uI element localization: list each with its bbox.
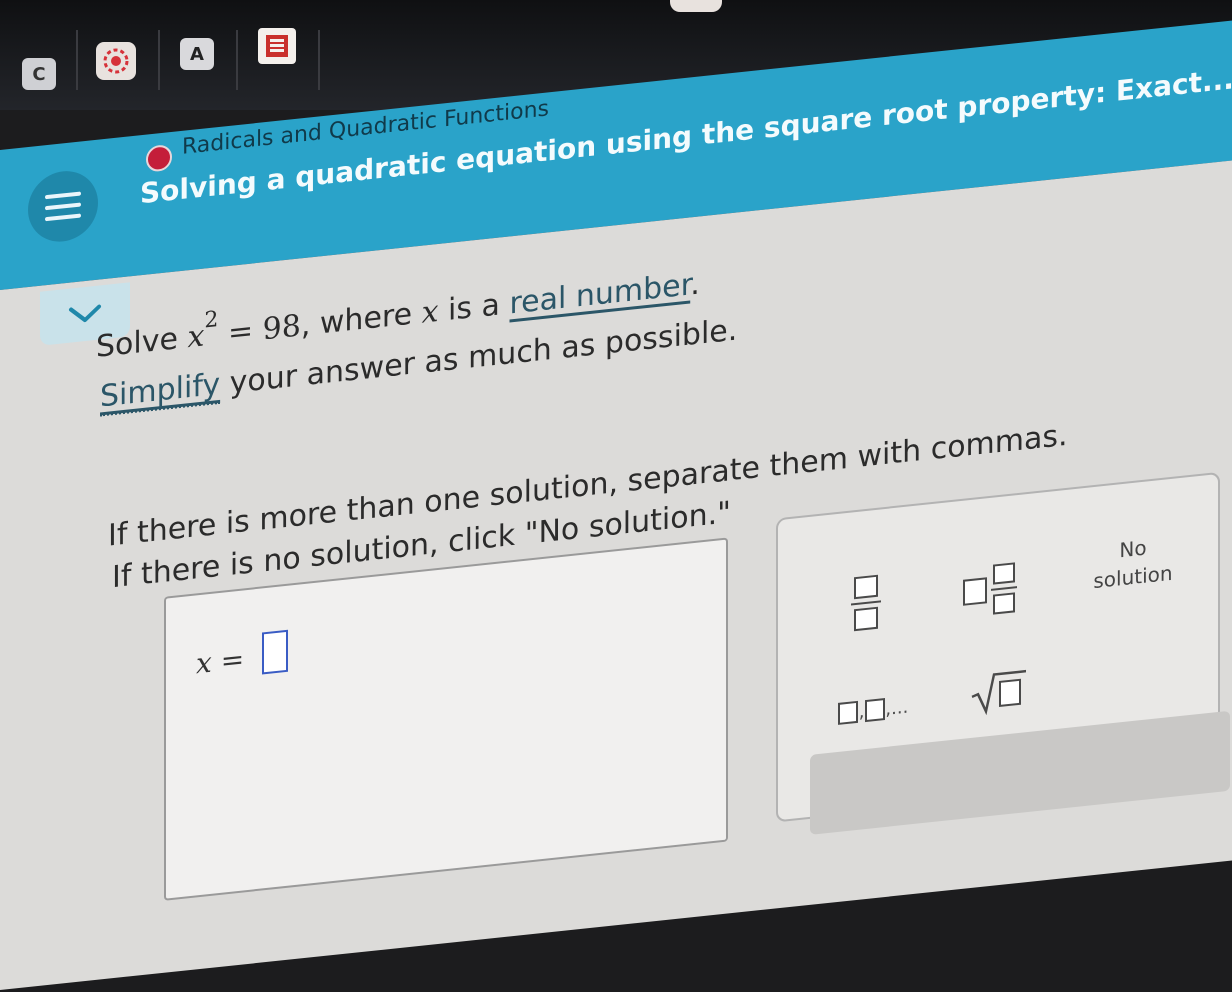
square-root-icon [971, 669, 1026, 716]
box-icon [865, 697, 886, 723]
denominator-box-icon [854, 606, 878, 632]
chevron-down-icon [69, 304, 101, 323]
period: . [690, 266, 700, 303]
app-surface: Radicals and Quadratic Functions Solving… [0, 0, 1232, 992]
exponent: 2 [204, 307, 219, 334]
numerator-box-icon [993, 562, 1015, 585]
no-solution-line-2: solution [1093, 560, 1173, 594]
fraction-part-icon [991, 562, 1017, 615]
denominator-box-icon [993, 592, 1015, 615]
is-a-text: is a [438, 287, 500, 329]
answer-area[interactable]: x = [164, 537, 728, 901]
no-solution-line-1: No [1119, 535, 1147, 563]
menu-line [45, 213, 81, 222]
menu-line [45, 191, 81, 200]
answer-input[interactable] [262, 629, 288, 675]
list-key[interactable]: , ,... [818, 674, 928, 746]
numerator-box-icon [854, 574, 878, 600]
mixed-number-key[interactable] [950, 546, 1030, 634]
box-icon [837, 700, 858, 725]
variable-x: x [187, 318, 205, 356]
fraction-bar-icon [991, 586, 1017, 591]
answer-label: x = [196, 642, 245, 681]
list-ellipsis: ,... [885, 696, 909, 720]
whole-box-icon [963, 577, 987, 606]
fraction-key[interactable] [836, 560, 896, 646]
menu-line [45, 202, 81, 211]
variable-x-2: x [421, 293, 439, 331]
no-solution-button[interactable]: No solution [1078, 517, 1188, 609]
fraction-bar-icon [851, 600, 881, 606]
square-root-key[interactable] [958, 653, 1038, 731]
